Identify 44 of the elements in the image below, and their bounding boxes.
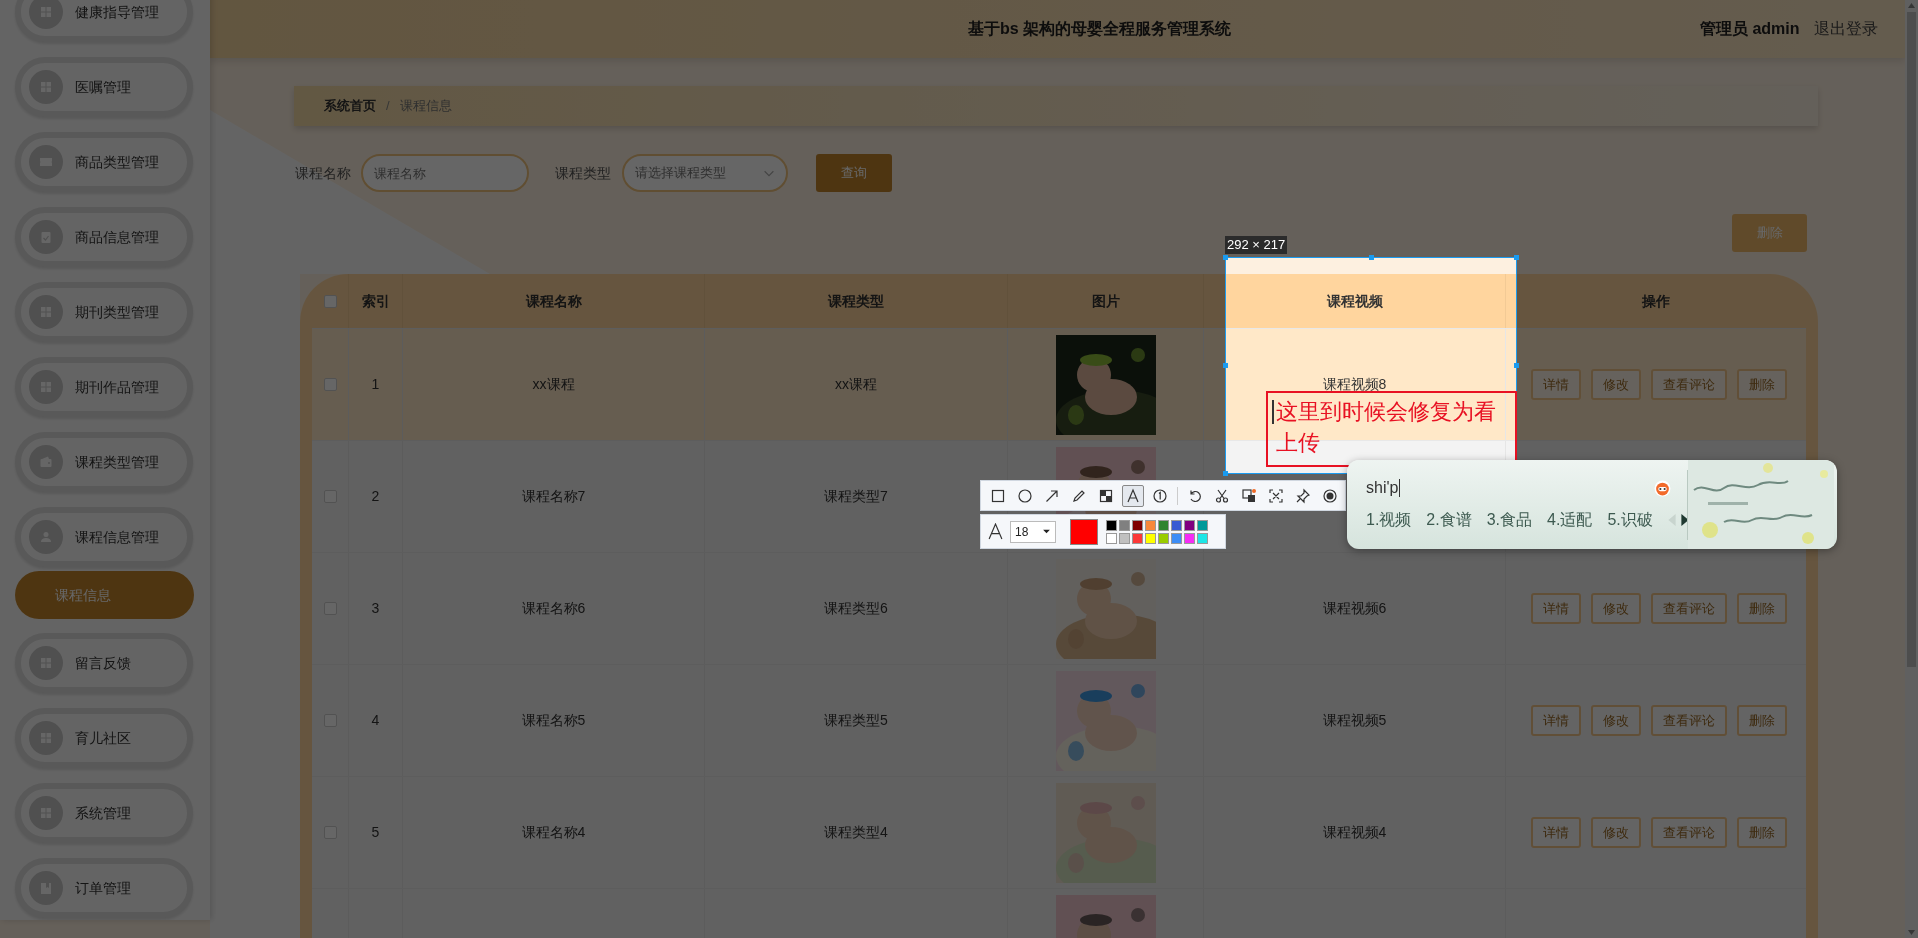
menu-label: 期刊作品管理 xyxy=(75,377,159,397)
table-cell-text: xx课程 xyxy=(532,375,575,394)
column-header: 操作 xyxy=(1642,291,1670,311)
table-cell-text: 课程类型5 xyxy=(824,711,888,730)
table-cell-text: 课程名称5 xyxy=(521,711,586,730)
menu-label: 商品信息管理 xyxy=(75,227,159,247)
table-cell-text: 2 xyxy=(371,487,380,506)
app-title: 基于bs 架构的母婴全程服务管理系统 xyxy=(968,19,1232,39)
menu-label: 医嘱管理 xyxy=(75,77,131,97)
column-header: 课程视频 xyxy=(1326,291,1383,311)
table-cell-text: 课程名称6 xyxy=(521,599,586,618)
menu-label: 订单管理 xyxy=(75,878,131,898)
table-cell-text: 1 xyxy=(371,375,380,394)
menu-label: 育儿社区 xyxy=(75,728,131,748)
menu-label: 课程信息管理 xyxy=(75,527,159,547)
table-cell-text: 课程视频4 xyxy=(1322,823,1387,842)
table-cell-text: 课程类型4 xyxy=(824,823,888,842)
table-cell-text: 课程类型6 xyxy=(824,599,888,618)
table-cell-text: 课程类型7 xyxy=(824,487,888,506)
column-header: 课程类型 xyxy=(828,291,884,311)
column-header: 图片 xyxy=(1091,291,1120,311)
composition-text: shi'p xyxy=(1366,478,1399,498)
menu-label: 期刊类型管理 xyxy=(75,302,159,322)
table-cell-text: 课程名称7 xyxy=(521,487,586,506)
table-cell-text: 4 xyxy=(371,711,380,730)
breadcrumb-separator: / xyxy=(386,97,390,116)
menu-label: 商品类型管理 xyxy=(75,152,159,172)
table-cell-text: 3 xyxy=(371,599,380,618)
user-label: 管理员 admin xyxy=(1700,19,1800,39)
table-cell-text: 5 xyxy=(371,823,380,842)
table-cell-text: xx课程 xyxy=(835,375,877,394)
table-cell-text: 课程视频8 xyxy=(1322,375,1387,394)
table-cell-text: 课程名称4 xyxy=(521,823,586,842)
field-label: 课程类型 xyxy=(555,163,611,183)
size-label: 292 × 217 xyxy=(1225,236,1288,254)
field-label: 课程名称 xyxy=(295,163,351,183)
table-cell-text: 课程视频5 xyxy=(1322,711,1387,730)
table-cell-text: 课程视频6 xyxy=(1322,599,1387,618)
menu-label: 课程类型管理 xyxy=(75,452,159,472)
column-header: 索引 xyxy=(361,291,390,311)
column-header: 课程名称 xyxy=(525,291,582,311)
menu-label: 系统管理 xyxy=(75,803,131,823)
menu-label: 留言反馈 xyxy=(75,653,131,673)
menu-label: 健康指导管理 xyxy=(75,2,159,22)
